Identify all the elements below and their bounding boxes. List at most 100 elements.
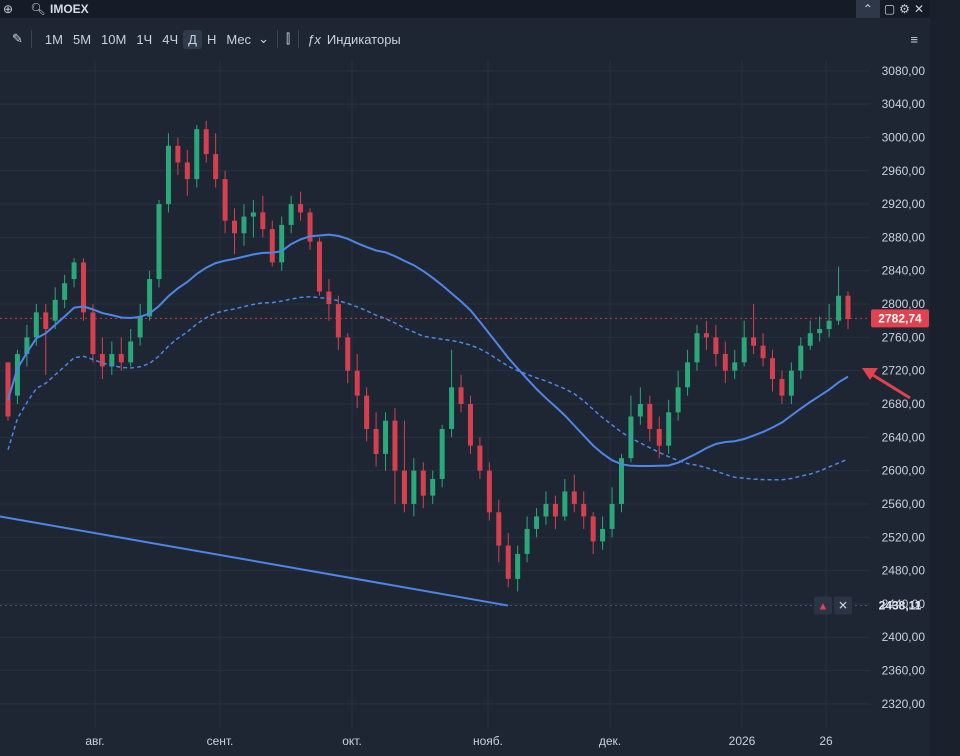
chevron-up-icon[interactable]: ⌃ xyxy=(855,0,880,18)
timeframe-1m[interactable]: 1M xyxy=(40,30,68,49)
timeframe-1h[interactable]: 1Ч xyxy=(131,30,157,49)
title-bar: ⊕ 🔍︎ IMOEX ⌃ ▢ ⚙ ✕ xyxy=(0,0,930,18)
candle-body xyxy=(609,503,615,529)
candle-body xyxy=(703,333,709,338)
levels: 2782,742438,11▲ ✕ xyxy=(0,309,929,615)
candle-body xyxy=(411,470,417,504)
candle-body xyxy=(213,154,219,180)
candle-body xyxy=(496,512,502,546)
candle-body xyxy=(845,295,851,320)
candle-body xyxy=(817,329,823,334)
chevron-down-icon[interactable]: ⌄ xyxy=(258,31,269,47)
search-icon[interactable]: 🔍︎ xyxy=(30,1,46,17)
candle-body xyxy=(316,241,322,292)
function-icon[interactable]: ƒx xyxy=(307,32,321,47)
candle-body xyxy=(562,491,568,517)
candle-body xyxy=(222,179,228,221)
candle-body xyxy=(637,403,643,417)
candle-body xyxy=(732,362,738,371)
timeframe-5m[interactable]: 5M xyxy=(68,30,96,49)
candle-body xyxy=(666,412,672,446)
candle-body xyxy=(298,204,304,213)
candle-body xyxy=(694,333,700,363)
candle-body xyxy=(590,516,596,542)
y-tick-label: 3000,00 xyxy=(882,130,926,144)
y-tick-label: 2880,00 xyxy=(882,230,926,244)
add-icon[interactable]: ⊕ xyxy=(0,1,16,17)
candle-body xyxy=(128,341,134,363)
indicators-button[interactable]: Индикаторы xyxy=(327,32,401,47)
candle-body xyxy=(534,516,540,529)
timeframe-10m[interactable]: 10M xyxy=(96,30,131,49)
candles xyxy=(5,120,851,592)
candle-body xyxy=(43,312,49,330)
candle-body xyxy=(250,212,256,217)
candle-body xyxy=(184,162,190,180)
candle-body xyxy=(798,345,804,371)
toolbar: ✎ 1M 5M 10M 1Ч 4Ч Д Н Мес ⌄ ⫿ ƒx Индикат… xyxy=(0,24,930,54)
candle-body xyxy=(571,491,577,504)
candle-body xyxy=(713,337,719,355)
candle-body xyxy=(62,283,68,300)
timeframe-day[interactable]: Д xyxy=(183,29,202,49)
symbol-label[interactable]: IMOEX xyxy=(50,2,89,16)
candle-body xyxy=(779,379,785,396)
trend-line xyxy=(0,515,509,607)
y-tick-label: 2720,00 xyxy=(882,364,926,378)
candle-body xyxy=(656,428,662,446)
candle-body xyxy=(335,304,341,338)
candle-body xyxy=(175,145,181,163)
candle-body xyxy=(420,470,426,496)
collapse-icon[interactable]: ≡ xyxy=(910,32,918,47)
timeframe-week[interactable]: Н xyxy=(202,30,221,49)
y-tick-label: 3080,00 xyxy=(882,64,926,78)
y-tick-label: 2760,00 xyxy=(882,330,926,344)
candle-body xyxy=(279,224,285,263)
candle-body xyxy=(345,337,351,371)
candle-body xyxy=(449,387,455,429)
candle-body xyxy=(5,362,11,417)
price-chart[interactable]: 2782,742438,11▲ ✕ 3080,003040,003000,0029… xyxy=(0,58,930,756)
x-tick-label: окт. xyxy=(342,734,362,748)
y-tick-label: 2320,00 xyxy=(882,697,926,711)
candle-body xyxy=(458,387,464,404)
gear-icon[interactable]: ⚙ xyxy=(899,2,910,16)
candle-body xyxy=(165,145,171,205)
candle-body xyxy=(81,262,87,313)
divider xyxy=(30,30,32,48)
x-tick-label: нояб. xyxy=(473,734,503,748)
y-tick-label: 2440,00 xyxy=(882,597,926,611)
candle-body xyxy=(722,354,728,371)
candle-body xyxy=(439,428,445,479)
timeframe-month[interactable]: Мес xyxy=(221,30,256,49)
restore-icon[interactable]: ▢ xyxy=(884,2,895,16)
y-tick-label: 2600,00 xyxy=(882,464,926,478)
y-tick-label: 2800,00 xyxy=(882,297,926,311)
candle-body xyxy=(751,337,757,346)
ma-line-dashed xyxy=(7,295,849,481)
y-tick-label: 2360,00 xyxy=(882,664,926,678)
moving-averages xyxy=(0,233,911,607)
candle-body xyxy=(430,478,436,496)
candles-icon[interactable]: ⫿ xyxy=(286,31,290,47)
remove-alert-glyph: ✕ xyxy=(838,598,848,612)
candle-body xyxy=(543,503,549,517)
candle-body xyxy=(232,220,238,234)
timeframe-4h[interactable]: 4Ч xyxy=(157,30,183,49)
candle-body xyxy=(118,354,124,363)
x-tick-label: 26 xyxy=(819,734,833,748)
pencil-icon[interactable]: ✎ xyxy=(12,31,23,47)
x-tick-label: дек. xyxy=(599,734,621,748)
candle-body xyxy=(156,204,162,280)
y-tick-label: 2560,00 xyxy=(882,497,926,511)
close-icon[interactable]: ✕ xyxy=(914,2,924,16)
side-panel-edge xyxy=(930,0,960,756)
candle-body xyxy=(769,358,775,380)
candle-body xyxy=(675,387,681,413)
candle-body xyxy=(685,362,691,388)
y-tick-label: 2680,00 xyxy=(882,397,926,411)
candle-body xyxy=(383,420,389,454)
candle-body xyxy=(788,370,794,396)
candle-body xyxy=(203,129,209,155)
candle-body xyxy=(647,403,653,429)
